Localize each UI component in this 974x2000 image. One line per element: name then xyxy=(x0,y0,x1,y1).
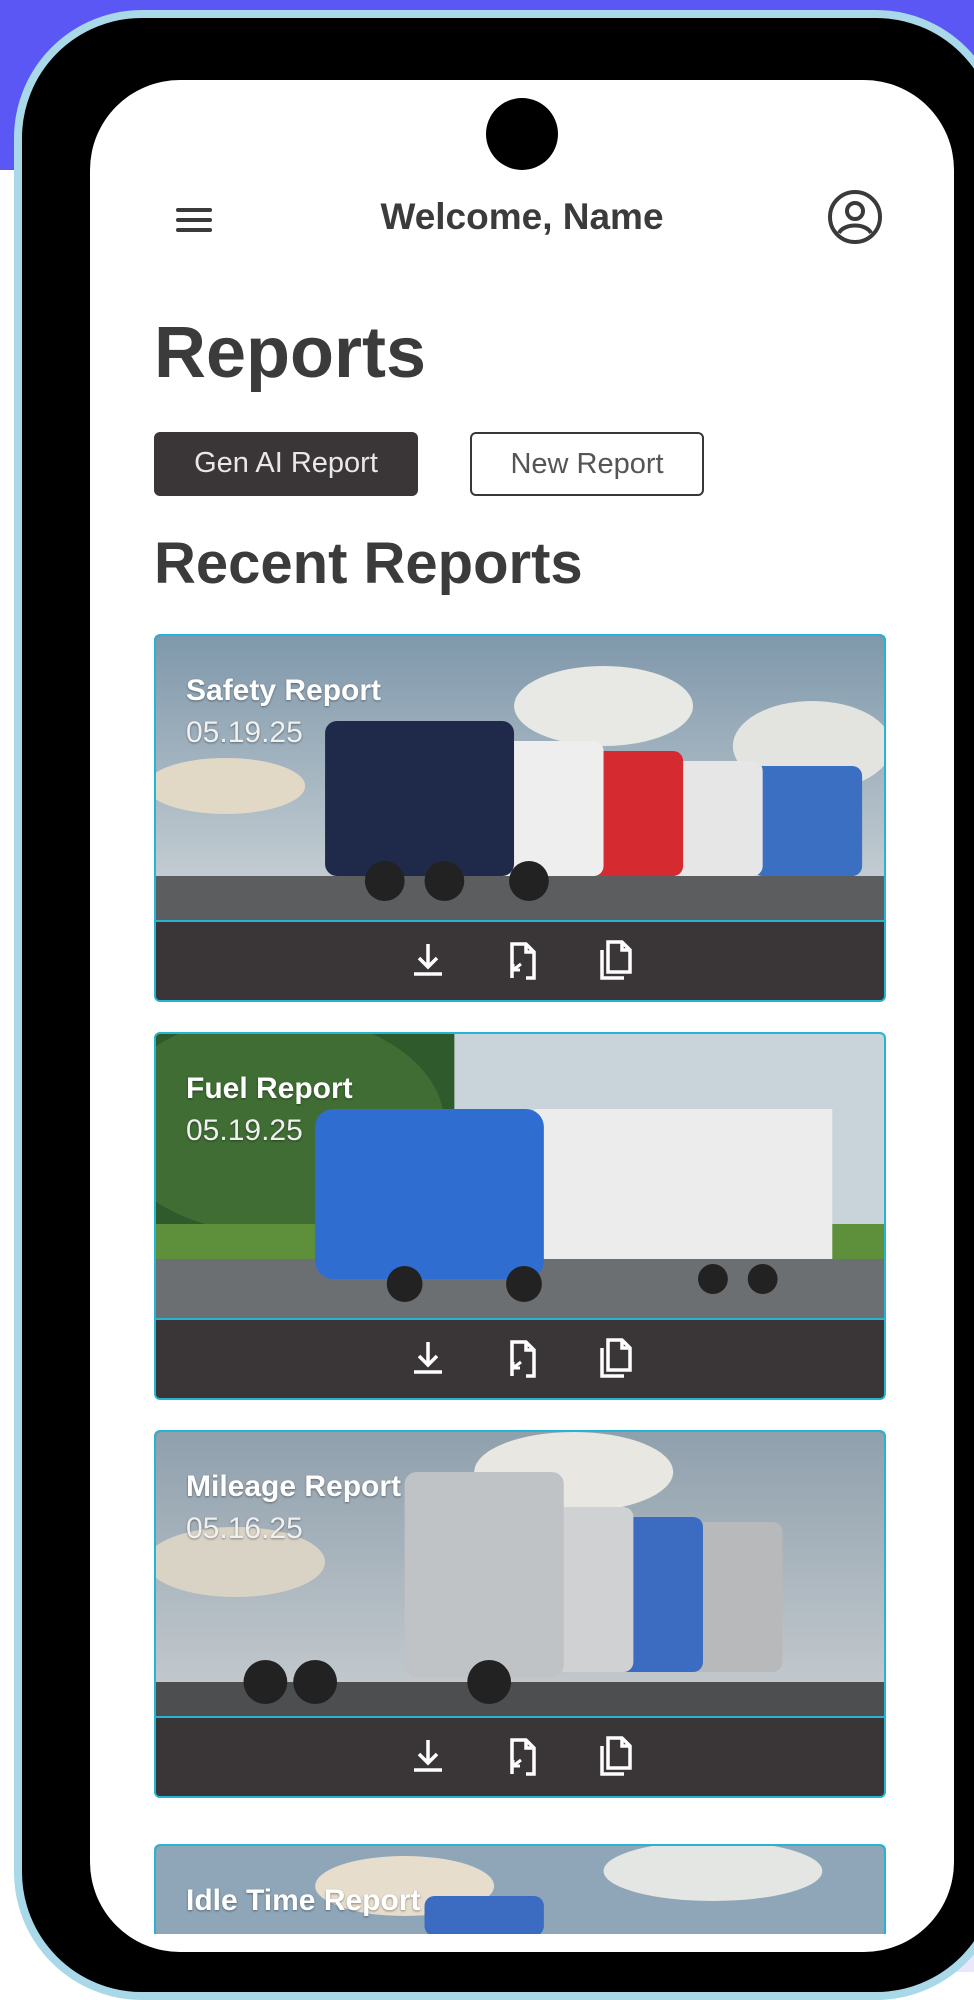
phone-frame: Welcome, Name Reports Gen AI Report New … xyxy=(14,10,974,2000)
copy-icon[interactable] xyxy=(594,1336,638,1380)
card-action-bar xyxy=(156,1318,884,1398)
card-action-bar xyxy=(156,920,884,1000)
card-title: Fuel Report xyxy=(186,1072,353,1105)
copy-icon[interactable] xyxy=(594,1734,638,1778)
user-account-icon[interactable] xyxy=(826,188,884,246)
page-title: Reports xyxy=(154,313,427,393)
report-card-safety[interactable]: Safety Report 05.19.25 xyxy=(154,634,886,1002)
app-screen: Welcome, Name Reports Gen AI Report New … xyxy=(90,80,954,1952)
card-date: 05.19.25 xyxy=(186,1114,303,1147)
download-icon[interactable] xyxy=(406,1734,450,1778)
card-date: 05.19.25 xyxy=(186,716,303,749)
front-camera xyxy=(486,98,558,170)
recent-reports-heading: Recent Reports xyxy=(154,531,583,596)
card-title: Mileage Report xyxy=(186,1470,402,1503)
card-date: 05.16.25 xyxy=(186,1512,303,1545)
card-title: Safety Report xyxy=(186,674,382,707)
export-file-icon[interactable] xyxy=(500,938,544,982)
gen-ai-report-button[interactable]: Gen AI Report xyxy=(154,432,418,496)
report-card-mileage[interactable]: Mileage Report 05.16.25 xyxy=(154,1430,886,1798)
card-title: Idle Time Report xyxy=(186,1884,421,1917)
download-icon[interactable] xyxy=(406,938,450,982)
welcome-text: Welcome, Name xyxy=(380,196,664,237)
card-action-bar xyxy=(156,1716,884,1796)
download-icon[interactable] xyxy=(406,1336,450,1380)
export-file-icon[interactable] xyxy=(500,1336,544,1380)
export-file-icon[interactable] xyxy=(500,1734,544,1778)
copy-icon[interactable] xyxy=(594,938,638,982)
report-card-idle-time[interactable]: Idle Time Report xyxy=(154,1844,886,1934)
report-card-fuel[interactable]: Fuel Report 05.19.25 xyxy=(154,1032,886,1400)
new-report-button[interactable]: New Report xyxy=(470,432,704,496)
